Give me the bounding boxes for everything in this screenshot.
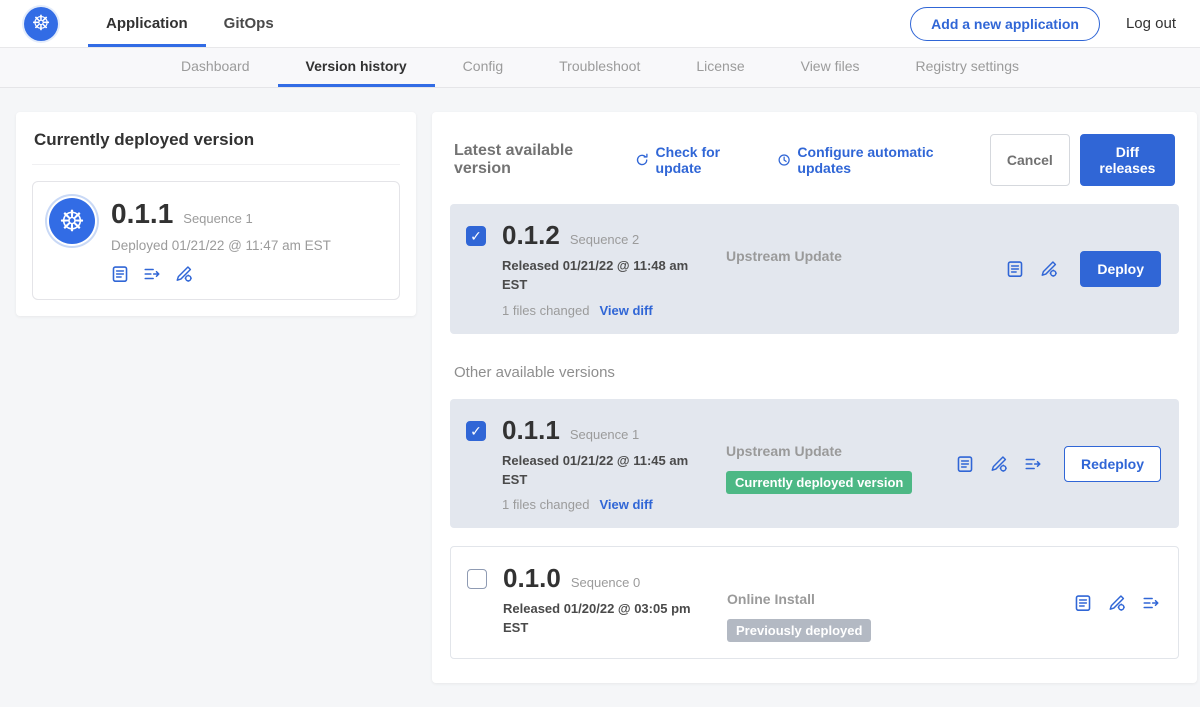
deploy-logs-icon[interactable] [1142,594,1160,612]
currently-deployed-badge: Currently deployed version [726,471,912,494]
version-info: 0.1.0 Sequence 0 Released 01/20/22 @ 03:… [503,563,703,638]
deployed-timestamp: Deployed 01/21/22 @ 11:47 am EST [111,238,331,253]
main-content: Currently deployed version ☸ 0.1.1 Seque… [0,88,1200,707]
diff-releases-button[interactable]: Diff releases [1080,134,1175,186]
version-line: 0.1.1 Sequence 1 [502,415,702,446]
source-label: Upstream Update [726,443,842,459]
files-changed-label: 1 files changed [502,303,589,318]
latest-version-title: Latest available version [454,142,615,178]
configure-automatic-updates-link[interactable]: Configure automatic updates [777,144,970,176]
version-source: Upstream Update Currently deployed versi… [726,415,956,494]
released-timestamp: Released 01/21/22 @ 11:48 am EST [502,257,697,295]
tab-gitops[interactable]: GitOps [206,0,292,47]
release-notes-icon[interactable] [111,265,129,283]
version-number: 0.1.1 [502,415,560,446]
deployed-version-card: ☸ 0.1.1 Sequence 1 Deployed 01/21/22 @ 1… [32,181,400,300]
subnav-tab-dashboard[interactable]: Dashboard [153,48,278,87]
version-number: 0.1.2 [502,220,560,251]
add-application-button[interactable]: Add a new application [910,7,1100,41]
release-notes-icon[interactable] [1074,594,1092,612]
version-row-0-1-2: ✓ 0.1.2 Sequence 2 Released 01/21/22 @ 1… [450,204,1179,334]
deployed-sequence-label: Sequence 1 [183,211,252,226]
app-subnav: Dashboard Version history Config Trouble… [0,48,1200,88]
latest-version-header: Latest available version Check for updat… [450,134,1179,186]
clock-update-icon [777,152,791,168]
deploy-button[interactable]: Deploy [1080,251,1161,287]
subnav-tab-troubleshoot[interactable]: Troubleshoot [531,48,668,87]
released-timestamp: Released 01/21/22 @ 11:45 am EST [502,452,697,490]
version-actions: Deploy [1006,251,1161,287]
subnav-tab-registry-settings[interactable]: Registry settings [888,48,1047,87]
version-history-panel: Latest available version Check for updat… [432,112,1197,683]
checkmark-icon: ✓ [470,229,482,243]
version-line: 0.1.2 Sequence 2 [502,220,702,251]
topbar-right: Add a new application Log out [910,7,1176,41]
version-info: 0.1.1 Sequence 1 Released 01/21/22 @ 11:… [502,415,702,513]
cancel-button[interactable]: Cancel [990,134,1070,186]
top-navbar: ☸ Application GitOps Add a new applicati… [0,0,1200,48]
kubernetes-app-icon: ☸ [49,198,95,244]
edit-config-icon[interactable] [1040,260,1058,278]
other-versions-title: Other available versions [450,364,1179,381]
view-diff-link[interactable]: View diff [599,497,652,512]
version-source: Online Install Previously deployed [727,563,957,642]
version-row-0-1-1: ✓ 0.1.1 Sequence 1 Released 01/21/22 @ 1… [450,399,1179,529]
version-checkbox[interactable]: ✓ [467,569,487,589]
kubernetes-wheel-glyph: ☸ [59,204,85,239]
files-changed-line: 1 files changed View diff [502,303,702,318]
check-for-update-link[interactable]: Check for update [635,144,757,176]
version-info: 0.1.2 Sequence 2 Released 01/21/22 @ 11:… [502,220,702,318]
version-checkbox[interactable]: ✓ [466,421,486,441]
currently-deployed-panel: Currently deployed version ☸ 0.1.1 Seque… [16,112,416,316]
version-line: 0.1.0 Sequence 0 [503,563,703,594]
edit-config-icon[interactable] [990,455,1008,473]
logout-link[interactable]: Log out [1126,15,1176,32]
files-changed-line: 1 files changed View diff [502,497,702,512]
deployed-panel-title: Currently deployed version [32,128,400,165]
release-notes-icon[interactable] [1006,260,1024,278]
previously-deployed-badge: Previously deployed [727,619,871,642]
version-number: 0.1.0 [503,563,561,594]
edit-config-icon[interactable] [1108,594,1126,612]
edit-config-icon[interactable] [175,265,193,283]
refresh-icon [635,152,649,168]
subnav-tab-license[interactable]: License [668,48,772,87]
subnav-tab-view-files[interactable]: View files [773,48,888,87]
kubernetes-logo-icon: ☸ [24,7,58,41]
source-label: Upstream Update [726,248,842,264]
files-changed-label: 1 files changed [502,497,589,512]
kubernetes-wheel-glyph: ☸ [32,11,51,36]
sequence-label: Sequence 0 [571,575,640,590]
checkmark-icon: ✓ [470,424,482,438]
deploy-logs-icon[interactable] [143,265,161,283]
deploy-logs-icon[interactable] [1024,455,1042,473]
subnav-tab-config[interactable]: Config [435,48,531,87]
released-timestamp: Released 01/20/22 @ 03:05 pm EST [503,600,698,638]
deployed-action-icons [111,265,331,283]
header-actions: Cancel Diff releases [990,134,1175,186]
top-tabs: Application GitOps [88,0,292,47]
version-actions [1074,594,1160,612]
version-actions: Redeploy [956,446,1161,482]
tab-application[interactable]: Application [88,0,206,47]
view-diff-link[interactable]: View diff [599,303,652,318]
version-row-0-1-0: ✓ 0.1.0 Sequence 0 Released 01/20/22 @ 0… [450,546,1179,659]
source-label: Online Install [727,591,815,607]
subnav-tab-version-history[interactable]: Version history [278,48,435,87]
configure-automatic-updates-label: Configure automatic updates [797,144,969,176]
deployed-version-number: 0.1.1 [111,198,173,230]
deployed-version-info: 0.1.1 Sequence 1 Deployed 01/21/22 @ 11:… [111,198,331,283]
release-notes-icon[interactable] [956,455,974,473]
sequence-label: Sequence 2 [570,232,639,247]
sequence-label: Sequence 1 [570,427,639,442]
version-source: Upstream Update [726,220,956,266]
deployed-version-line: 0.1.1 Sequence 1 [111,198,331,230]
check-for-update-label: Check for update [656,144,758,176]
redeploy-button[interactable]: Redeploy [1064,446,1161,482]
version-checkbox[interactable]: ✓ [466,226,486,246]
